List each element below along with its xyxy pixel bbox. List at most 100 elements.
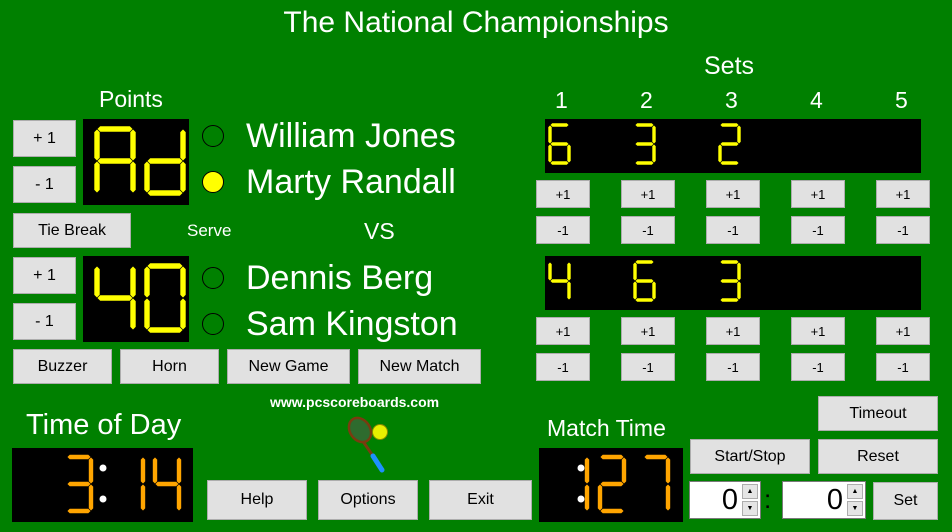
timeout-button[interactable]: Timeout [818,396,938,431]
reset-button[interactable]: Reset [818,439,938,474]
team1-points-display [83,119,189,205]
segment-a [66,454,92,460]
segment-g [719,278,740,284]
team1-set-4-plus-button[interactable]: +1 [791,180,845,208]
serve-indicator-player-1[interactable] [202,125,224,147]
segment-b [736,261,742,282]
clock-hour-ones [584,456,590,512]
time-of-day-label: Time of Day [26,409,182,441]
segment-a [634,122,655,128]
team2-set-3-minus-button[interactable]: -1 [706,353,760,381]
segment-a [146,262,184,270]
clock-minute-ones [152,456,182,512]
team2-set-2-minus-button[interactable]: -1 [621,353,675,381]
segment-b [179,265,187,299]
team2-set-5-minus-button[interactable]: -1 [876,353,930,381]
buzzer-button[interactable]: Buzzer [13,349,112,384]
team1-set-1-plus-button[interactable]: +1 [536,180,590,208]
points-label: Points [99,86,163,112]
team1-points-plus-button[interactable]: + 1 [13,120,76,157]
segment-e [632,280,638,301]
segment-a [96,125,134,133]
tie-break-button[interactable]: Tie Break [13,213,131,248]
seconds-down-arrow-icon[interactable]: ▼ [847,501,863,516]
team2-set-1-minus-button[interactable]: -1 [536,353,590,381]
minutes-value[interactable]: 0 [722,484,738,517]
segment-b [566,261,572,282]
segment-c [176,483,182,512]
segment-d [146,326,184,334]
segment-e [717,143,723,164]
team1-points-minus-button[interactable]: - 1 [13,166,76,203]
segment-f [547,124,553,145]
team1-set-3-minus-button[interactable]: -1 [706,216,760,244]
seconds-spinner[interactable]: 0 ▲ ▼ [782,481,866,519]
segment-g [66,481,92,487]
segment-b [736,124,742,145]
clock-minute-tens [140,456,146,512]
segment-g [549,278,570,284]
segment-d [634,160,655,166]
segment-g [549,141,570,147]
new-game-button[interactable]: New Game [227,349,350,384]
options-button[interactable]: Options [318,480,418,520]
team1-set-5-plus-button[interactable]: +1 [876,180,930,208]
team1-set-4-minus-button[interactable]: -1 [791,216,845,244]
set-column-4: 4 [810,87,823,113]
player-2-name: Marty Randall [246,163,456,201]
player-1-name: William Jones [246,117,456,155]
team2-set-3-plus-button[interactable]: +1 [706,317,760,345]
app-title: The National Championships [283,6,669,39]
team2-set-2-plus-button[interactable]: +1 [621,317,675,345]
segment-e [143,297,151,331]
start-stop-button[interactable]: Start/Stop [690,439,810,474]
segment-e [597,483,603,512]
colon-dot [99,464,107,472]
segment-b [129,265,137,299]
team2-set-5-plus-button[interactable]: +1 [876,317,930,345]
team1-set-5-minus-button[interactable]: -1 [876,216,930,244]
serve-indicator-player-3[interactable] [202,267,224,289]
minutes-down-arrow-icon[interactable]: ▼ [742,501,758,516]
segment-b [621,456,627,485]
new-match-button[interactable]: New Match [358,349,481,384]
minutes-up-arrow-icon[interactable]: ▲ [742,484,758,499]
help-button[interactable]: Help [207,480,307,520]
time-separator: : [764,484,772,514]
segment-e [547,143,553,164]
exit-button[interactable]: Exit [429,480,532,520]
minutes-spinner[interactable]: 0 ▲ ▼ [689,481,761,519]
team2-set-1-plus-button[interactable]: +1 [536,317,590,345]
team1-set-2-plus-button[interactable]: +1 [621,180,675,208]
team2-points-plus-button[interactable]: + 1 [13,257,76,294]
seconds-value[interactable]: 0 [827,484,843,517]
segment-g [599,481,625,487]
player-3-name: Dennis Berg [246,259,434,297]
clock-hour-ones [66,454,94,514]
segment-d [599,508,625,514]
team1-set-1-minus-button[interactable]: -1 [536,216,590,244]
set-time-button[interactable]: Set [873,482,938,520]
serve-indicator-player-4[interactable] [202,313,224,335]
seconds-up-arrow-icon[interactable]: ▲ [847,484,863,499]
segment-b [140,456,146,485]
segment-a [719,259,740,265]
set-column-2: 2 [640,87,653,113]
segment-c [651,143,657,164]
set-3-digit [719,259,742,303]
team1-set-3-plus-button[interactable]: +1 [706,180,760,208]
team2-set-4-minus-button[interactable]: -1 [791,353,845,381]
segment-f [632,261,638,282]
serve-indicator-player-2[interactable] [202,171,224,193]
website-link[interactable]: www.pcscoreboards.com [270,394,439,410]
match-time-label: Match Time [547,415,666,441]
points-digit-1 [93,125,137,194]
segment-c [584,483,590,512]
segment-b [176,456,182,485]
team2-points-minus-button[interactable]: - 1 [13,303,76,340]
points-digit-1 [93,265,137,331]
horn-button[interactable]: Horn [120,349,219,384]
segment-b [665,456,671,485]
team1-set-2-minus-button[interactable]: -1 [621,216,675,244]
team2-set-4-plus-button[interactable]: +1 [791,317,845,345]
